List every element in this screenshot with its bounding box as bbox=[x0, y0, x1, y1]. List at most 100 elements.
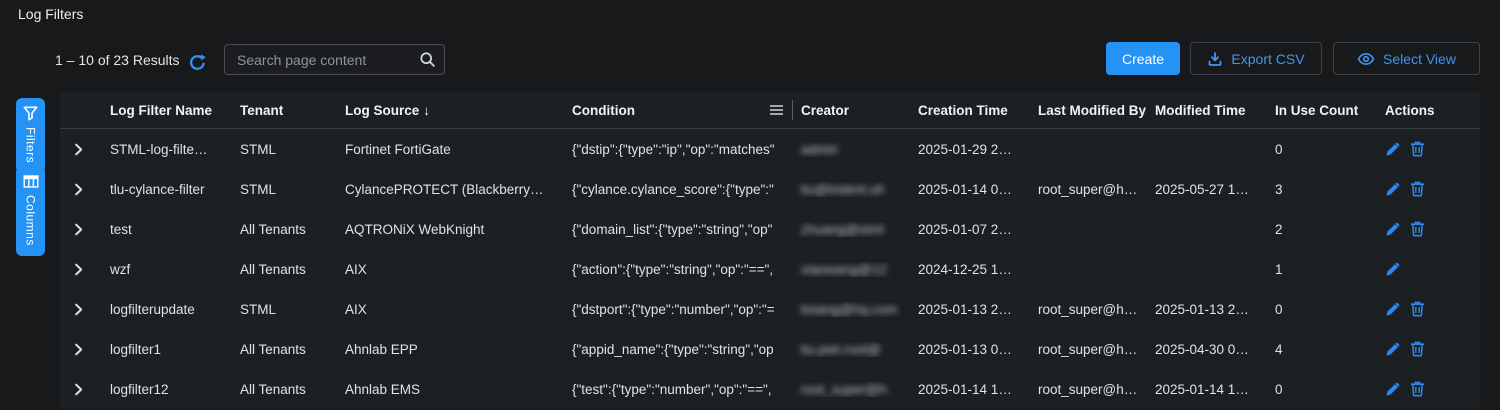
expander-cell bbox=[60, 303, 110, 316]
delete-button[interactable] bbox=[1410, 221, 1425, 237]
modified-time-cell: 2025-05-27 1… bbox=[1155, 182, 1275, 197]
results-count: 1 – 10 of 23 Results bbox=[55, 52, 180, 68]
actions-cell bbox=[1385, 301, 1480, 317]
in-use-count-cell: 0 bbox=[1275, 142, 1385, 157]
log-source-cell: AQTRONiX WebKnight bbox=[345, 222, 572, 237]
creation-time-cell: 2024-12-25 1… bbox=[918, 262, 1038, 277]
trash-icon bbox=[1410, 181, 1425, 197]
tenant-cell: STML bbox=[240, 182, 345, 197]
log-filter-name-cell: STML-log-filte… bbox=[110, 142, 240, 157]
delete-button[interactable] bbox=[1410, 141, 1425, 157]
last-modified-by-cell: root_super@h… bbox=[1038, 342, 1155, 357]
columns-tab[interactable]: Columns bbox=[16, 166, 45, 256]
modified-time-cell: 2025-01-14 1… bbox=[1155, 382, 1275, 397]
delete-button[interactable] bbox=[1410, 301, 1425, 317]
table-body: STML-log-filte… STML Fortinet FortiGate … bbox=[60, 129, 1480, 409]
edit-button[interactable] bbox=[1385, 342, 1400, 357]
export-csv-button[interactable]: Export CSV bbox=[1190, 42, 1322, 75]
header-last-modified-by[interactable]: Last Modified By bbox=[1038, 103, 1155, 118]
expander-cell bbox=[60, 383, 110, 396]
edit-button[interactable] bbox=[1385, 302, 1400, 317]
expand-row-button[interactable] bbox=[72, 223, 85, 236]
edit-button[interactable] bbox=[1385, 142, 1400, 157]
log-filter-name-cell: logfilter1 bbox=[110, 342, 240, 357]
expander-cell bbox=[60, 223, 110, 236]
column-menu-icon[interactable] bbox=[769, 104, 784, 116]
log-source-cell: Ahnlab EPP bbox=[345, 342, 572, 357]
condition-cell: {"appid_name":{"type":"string","op bbox=[572, 342, 793, 357]
edit-button[interactable] bbox=[1385, 222, 1400, 237]
header-condition[interactable]: Condition bbox=[572, 100, 793, 120]
header-in-use-count[interactable]: In Use Count bbox=[1275, 103, 1385, 118]
creator-cell: xiaowang@12 bbox=[793, 262, 918, 277]
in-use-count-cell: 0 bbox=[1275, 382, 1385, 397]
expand-row-button[interactable] bbox=[72, 383, 85, 396]
filter-icon bbox=[23, 106, 38, 121]
redacted-creator: liu@trident.uh bbox=[801, 182, 885, 197]
trash-icon bbox=[1410, 381, 1425, 397]
columns-icon bbox=[23, 174, 39, 189]
edit-button[interactable] bbox=[1385, 382, 1400, 397]
log-filter-name-cell: tlu-cylance-filter bbox=[110, 182, 240, 197]
table-row: logfilterupdate STML AIX {"dstport":{"ty… bbox=[60, 289, 1480, 329]
log-filters-table: Log Filter Name Tenant Log Source↓ Condi… bbox=[60, 92, 1480, 409]
tenant-cell: All Tenants bbox=[240, 262, 345, 277]
expand-row-button[interactable] bbox=[72, 303, 85, 316]
delete-button[interactable] bbox=[1410, 181, 1425, 197]
condition-cell: {"domain_list":{"type":"string","op" bbox=[572, 222, 793, 237]
search-icon[interactable] bbox=[419, 51, 436, 68]
header-creation-time[interactable]: Creation Time bbox=[918, 103, 1038, 118]
search-input[interactable] bbox=[224, 44, 445, 75]
log-source-cell: Fortinet FortiGate bbox=[345, 142, 572, 157]
select-view-label: Select View bbox=[1383, 51, 1456, 67]
edit-button[interactable] bbox=[1385, 182, 1400, 197]
tenant-cell: All Tenants bbox=[240, 222, 345, 237]
table-row: test All Tenants AQTRONiX WebKnight {"do… bbox=[60, 209, 1480, 249]
trash-icon bbox=[1410, 221, 1425, 237]
condition-cell: {"dstport":{"type":"number","op":"= bbox=[572, 302, 793, 317]
delete-button[interactable] bbox=[1410, 341, 1425, 357]
header-tenant[interactable]: Tenant bbox=[240, 103, 345, 118]
log-filter-name-cell: wzf bbox=[110, 262, 240, 277]
refresh-button[interactable] bbox=[188, 52, 208, 72]
creation-time-cell: 2025-01-07 2… bbox=[918, 222, 1038, 237]
refresh-icon bbox=[188, 53, 208, 72]
table-row: logfilter12 All Tenants Ahnlab EMS {"tes… bbox=[60, 369, 1480, 409]
expander-cell bbox=[60, 183, 110, 196]
expand-row-button[interactable] bbox=[72, 143, 85, 156]
create-button[interactable]: Create bbox=[1106, 42, 1180, 75]
edit-pencil-icon bbox=[1385, 262, 1400, 277]
columns-tab-label: Columns bbox=[24, 195, 38, 246]
header-log-source[interactable]: Log Source↓ bbox=[345, 103, 572, 118]
select-view-button[interactable]: Select View bbox=[1333, 42, 1480, 75]
in-use-count-cell: 2 bbox=[1275, 222, 1385, 237]
table-header-row: Log Filter Name Tenant Log Source↓ Condi… bbox=[60, 92, 1480, 129]
expander-cell bbox=[60, 143, 110, 156]
creator-cell: liu@trident.uh bbox=[793, 182, 918, 197]
redacted-creator: lixiang@hq.com bbox=[801, 302, 897, 317]
edit-pencil-icon bbox=[1385, 302, 1400, 317]
filters-tab-label: Filters bbox=[24, 127, 38, 163]
expand-row-button[interactable] bbox=[72, 263, 85, 276]
delete-button[interactable] bbox=[1410, 381, 1425, 397]
trash-icon bbox=[1410, 341, 1425, 357]
expand-row-button[interactable] bbox=[72, 343, 85, 356]
creator-cell: lixiang@hq.com bbox=[793, 302, 918, 317]
tenant-cell: STML bbox=[240, 302, 345, 317]
expander-cell bbox=[60, 263, 110, 276]
filters-tab[interactable]: Filters bbox=[16, 98, 45, 173]
redacted-creator: xiaowang@12 bbox=[801, 262, 887, 277]
modified-time-cell: 2025-01-13 2… bbox=[1155, 302, 1275, 317]
eye-icon bbox=[1357, 51, 1375, 67]
expand-row-button[interactable] bbox=[72, 183, 85, 196]
condition-cell: {"action":{"type":"string","op":"==", bbox=[572, 262, 793, 277]
condition-cell: {"test":{"type":"number","op":"==", bbox=[572, 382, 793, 397]
header-log-filter-name[interactable]: Log Filter Name bbox=[110, 103, 240, 118]
creator-cell: liu.piet.root@ bbox=[793, 342, 918, 357]
edit-pencil-icon bbox=[1385, 222, 1400, 237]
header-creator[interactable]: Creator bbox=[793, 103, 918, 118]
header-modified-time[interactable]: Modified Time bbox=[1155, 103, 1275, 118]
edit-button[interactable] bbox=[1385, 262, 1400, 277]
chevron-right-icon bbox=[72, 263, 85, 276]
chevron-right-icon bbox=[72, 223, 85, 236]
